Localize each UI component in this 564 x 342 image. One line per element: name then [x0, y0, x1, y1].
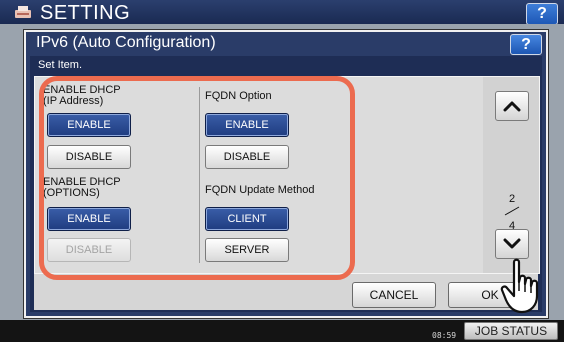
scroll-down-button[interactable] — [495, 229, 529, 259]
printer-logo-icon — [15, 6, 31, 18]
chevron-up-icon — [503, 101, 521, 112]
job-status-button[interactable]: JOB STATUS — [464, 322, 558, 340]
setting-title: SETTING — [40, 2, 131, 24]
cancel-button[interactable]: CANCEL — [352, 282, 436, 308]
screen: SETTING ? 08:59 JOB STATUS IPv6 (Auto Co… — [0, 0, 564, 342]
hand-pointer-icon — [500, 258, 539, 314]
dialog-help-button[interactable]: ? — [510, 34, 542, 55]
scroll-up-button[interactable] — [495, 91, 529, 121]
dialog-subtitle: Set Item. — [38, 59, 83, 71]
page-current: 2 — [508, 193, 516, 205]
highlight-outline — [39, 76, 355, 280]
clock-time: 08:59 — [432, 331, 457, 340]
fraction-slash — [504, 206, 520, 216]
dialog-title: IPv6 (Auto Configuration) — [36, 34, 216, 51]
chevron-down-icon — [503, 238, 521, 249]
setting-help-button[interactable]: ? — [526, 3, 558, 25]
page-indicator: 2 4 — [499, 193, 525, 232]
